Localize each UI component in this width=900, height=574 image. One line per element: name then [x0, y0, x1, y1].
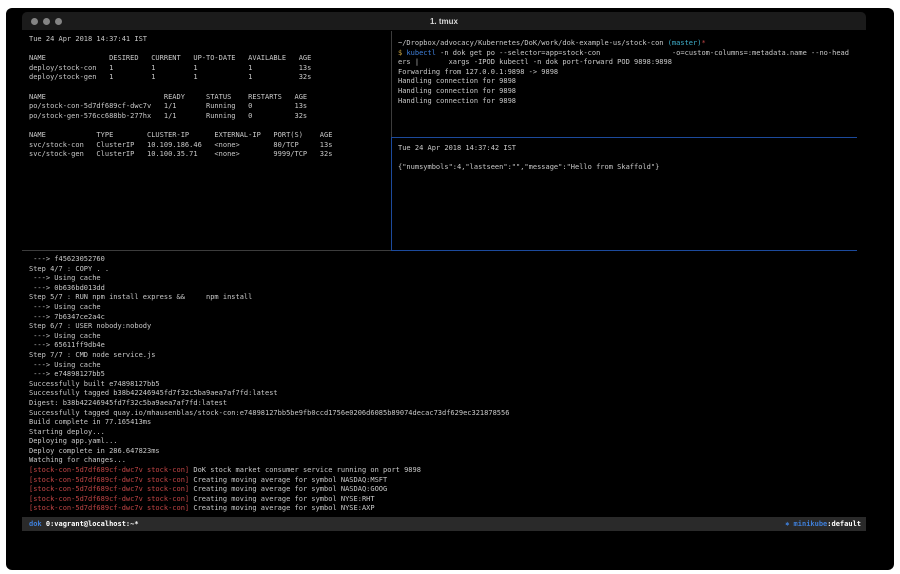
terminal-line: ers | xargs -IPOD kubectl -n dok port-fo…	[398, 58, 862, 68]
terminal-line: NAME READY STATUS RESTARTS AGE	[29, 93, 387, 103]
terminal-line: ---> Using cache	[29, 274, 862, 284]
terminal-line: Deploy complete in 286.647823ms	[29, 447, 862, 457]
terminal-line	[29, 121, 387, 131]
terminal-line: Tue 24 Apr 2018 14:37:42 IST	[398, 144, 862, 154]
pane-divider-horizontal-active-top[interactable]	[392, 137, 857, 138]
terminal-line: ---> 0b636bd013dd	[29, 284, 862, 294]
terminal-line: svc/stock-con ClusterIP 10.109.186.46 <n…	[29, 141, 387, 151]
close-button[interactable]	[31, 18, 38, 25]
terminal-line: Build complete in 77.165413ms	[29, 418, 862, 428]
terminal-line: Digest: b38b42246945fd7f32c5ba9aea7af7fd…	[29, 399, 862, 409]
terminal-line: svc/stock-gen ClusterIP 10.100.35.71 <no…	[29, 150, 387, 160]
pane-port-forward[interactable]: ~/Dropbox/advocacy/Kubernetes/DoK/work/d…	[392, 31, 866, 137]
terminal-line: [stock-con-5d7df689cf-dwc7v stock-con] C…	[29, 485, 862, 495]
terminal-line: Handling connection for 9898	[398, 87, 862, 97]
terminal-line: $ kubectl -n dok get po --selector=app=s…	[398, 49, 862, 59]
terminal-line: Step 5/7 : RUN npm install express && np…	[29, 293, 862, 303]
terminal-line: Successfully built e74898127bb5	[29, 380, 862, 390]
terminal-line: ---> Using cache	[29, 303, 862, 313]
terminal-line: po/stock-gen-576cc688bb-277hx 1/1 Runnin…	[29, 112, 387, 122]
terminal-line: Step 4/7 : COPY . .	[29, 265, 862, 275]
terminal-line: [stock-con-5d7df689cf-dwc7v stock-con] C…	[29, 504, 862, 514]
terminal-line: Step 6/7 : USER nobody:nobody	[29, 322, 862, 332]
pane-divider-vertical-active[interactable]	[391, 137, 392, 251]
terminal-line	[398, 154, 862, 164]
zoom-button[interactable]	[55, 18, 62, 25]
terminal-line: ---> Using cache	[29, 332, 862, 342]
terminal-line: {"numsymbols":4,"lastseen":"","message":…	[398, 163, 862, 173]
terminal-line: ---> e74898127bb5	[29, 370, 862, 380]
tmux-session-and-window[interactable]: dok 0:vagrant@localhost:~*	[29, 517, 139, 531]
screenshot-canvas: 1. tmux Tue 24 Apr 2018 14:37:41 IST NAME…	[0, 0, 900, 574]
terminal-line: NAME DESIRED CURRENT UP-TO-DATE AVAILABL…	[29, 54, 387, 64]
pane-kubectl-watch[interactable]: Tue 24 Apr 2018 14:37:41 IST NAME DESIRED…	[22, 31, 391, 250]
terminal-line: Handling connection for 9898	[398, 77, 862, 87]
terminal-line: Forwarding from 127.0.0.1:9898 -> 9898	[398, 68, 862, 78]
terminal-line: Deploying app.yaml...	[29, 437, 862, 447]
terminal-line: po/stock-con-5d7df689cf-dwc7v 1/1 Runnin…	[29, 102, 387, 112]
terminal-line: Step 7/7 : CMD node service.js	[29, 351, 862, 361]
terminal-line: [stock-con-5d7df689cf-dwc7v stock-con] C…	[29, 476, 862, 486]
window-title: 1. tmux	[22, 12, 866, 31]
terminal-line: [stock-con-5d7df689cf-dwc7v stock-con] D…	[29, 466, 862, 476]
pane-skaffold-build-log[interactable]: ---> f45623052760Step 4/7 : COPY . . ---…	[22, 251, 866, 517]
kube-context-indicator: ⎈ minikube:default	[785, 517, 861, 531]
terminal-line: ---> 65611ff9db4e	[29, 341, 862, 351]
terminal-line	[29, 83, 387, 93]
tmux-session: Tue 24 Apr 2018 14:37:41 IST NAME DESIRED…	[22, 31, 866, 517]
window-titlebar: 1. tmux	[22, 12, 866, 31]
terminal-line: deploy/stock-con 1 1 1 1 13s	[29, 64, 387, 74]
tmux-status-bar: dok 0:vagrant@localhost:~* ⎈ minikube:de…	[22, 517, 866, 531]
terminal-line: ---> Using cache	[29, 361, 862, 371]
terminal-line: ---> 7b6347ce2a4c	[29, 313, 862, 323]
pane-service-response[interactable]: Tue 24 Apr 2018 14:37:42 IST {"numsymbols…	[392, 138, 866, 250]
terminal-line: Tue 24 Apr 2018 14:37:41 IST	[29, 35, 387, 45]
pane-divider-vertical-inactive[interactable]	[391, 31, 392, 137]
terminal-line: [stock-con-5d7df689cf-dwc7v stock-con] C…	[29, 495, 862, 505]
terminal-window: 1. tmux Tue 24 Apr 2018 14:37:41 IST NAME…	[22, 12, 866, 531]
terminal-line	[29, 45, 387, 55]
pane-divider-horizontal-inactive[interactable]	[22, 250, 391, 251]
terminal-line: Handling connection for 9898	[398, 97, 862, 107]
terminal-line: Successfully tagged b38b42246945fd7f32c5…	[29, 389, 862, 399]
window-controls	[31, 18, 62, 25]
terminal-line: Starting deploy...	[29, 428, 862, 438]
terminal-line: Watching for changes...	[29, 456, 862, 466]
desktop-background: 1. tmux Tue 24 Apr 2018 14:37:41 IST NAME…	[6, 8, 894, 570]
terminal-line: ~/Dropbox/advocacy/Kubernetes/DoK/work/d…	[398, 39, 862, 49]
terminal-line: Successfully tagged quay.io/mhausenblas/…	[29, 409, 862, 419]
terminal-line: deploy/stock-gen 1 1 1 1 32s	[29, 73, 387, 83]
minimize-button[interactable]	[43, 18, 50, 25]
terminal-line: NAME TYPE CLUSTER-IP EXTERNAL-IP PORT(S)…	[29, 131, 387, 141]
terminal-line: ---> f45623052760	[29, 255, 862, 265]
pane-divider-horizontal-active-bottom[interactable]	[391, 250, 857, 251]
